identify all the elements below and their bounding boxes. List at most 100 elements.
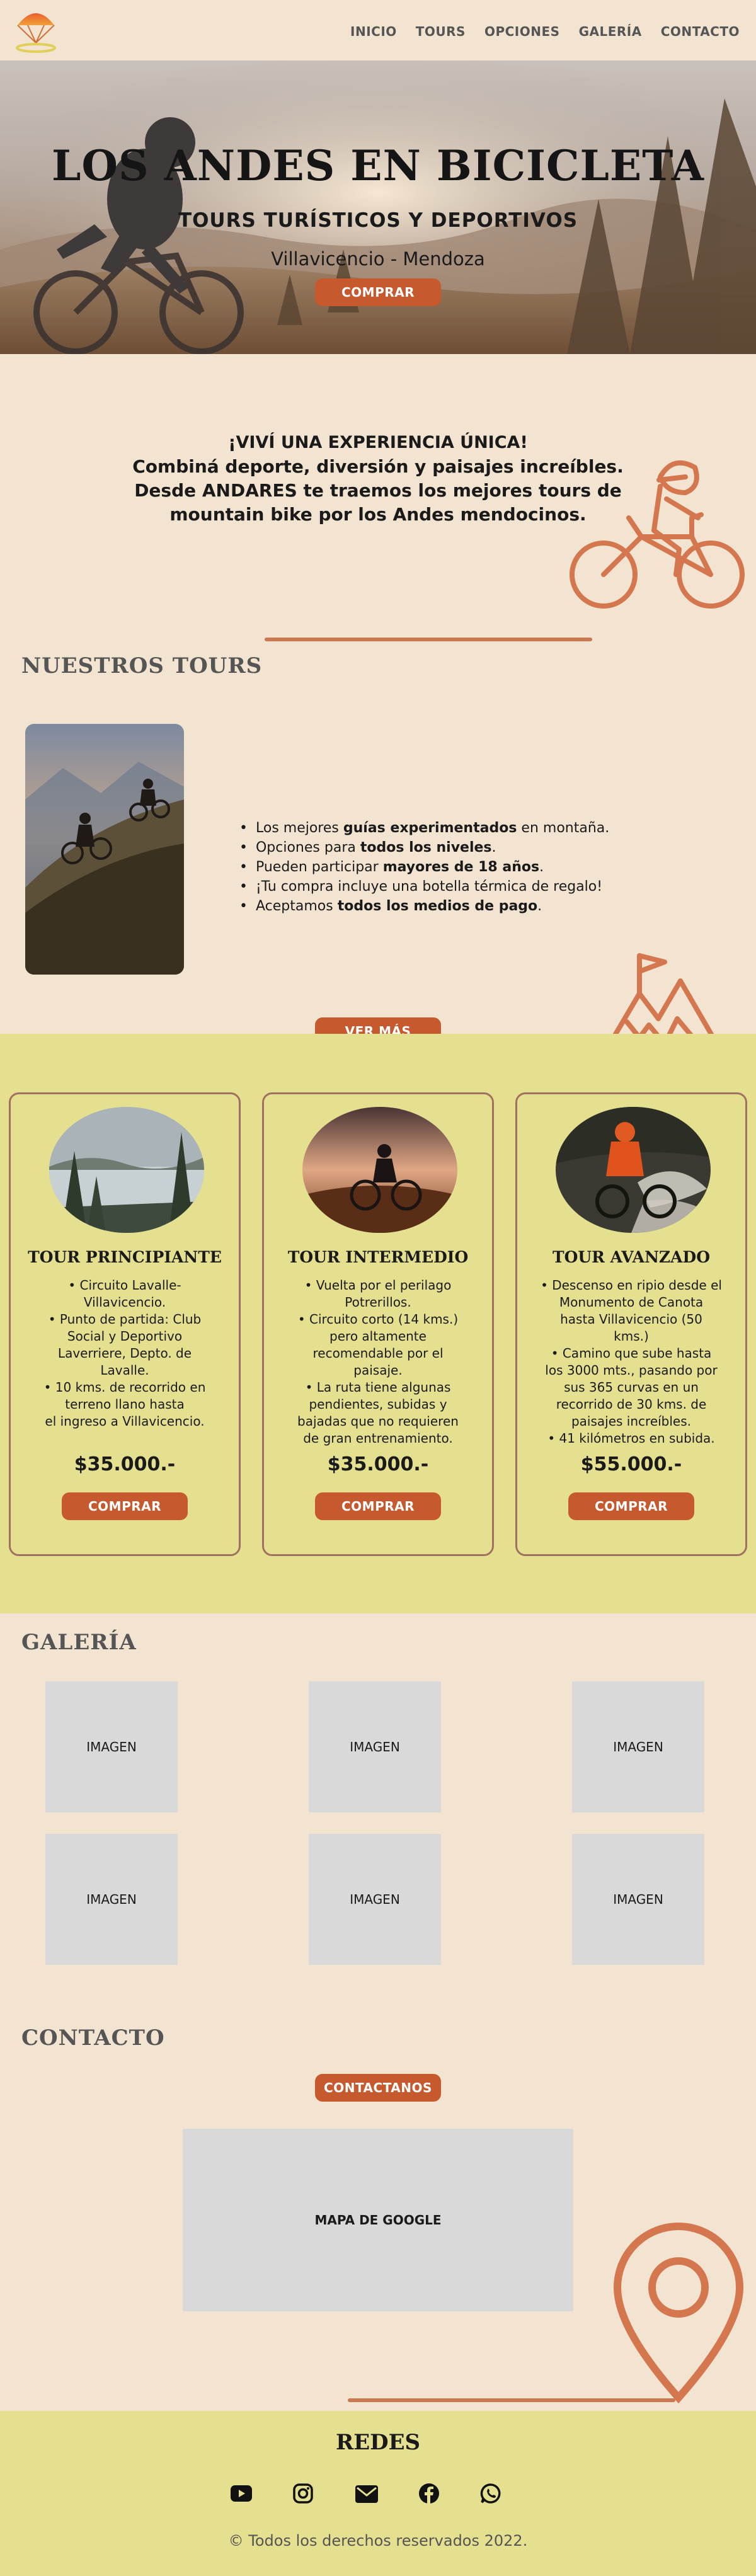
list-item: Aceptamos todos los medios de pago. bbox=[239, 896, 609, 916]
gallery-section: GALERÍA IMAGEN IMAGEN IMAGEN IMAGEN IMAG… bbox=[0, 1613, 756, 2004]
card-line: paisaje. bbox=[353, 1363, 403, 1378]
card-line: • La ruta tiene algunas bbox=[305, 1380, 451, 1395]
hero-background-image bbox=[0, 60, 756, 354]
card-line: kms.) bbox=[614, 1329, 649, 1344]
buy-button[interactable]: COMPRAR bbox=[568, 1492, 694, 1520]
facebook-icon[interactable] bbox=[418, 2483, 440, 2504]
card-line: los 3000 mts., pasando por bbox=[545, 1363, 718, 1378]
social-title: REDES bbox=[335, 2430, 421, 2455]
hero-title: LOS ANDES EN BICICLETA bbox=[52, 141, 704, 190]
menu-item-galeria[interactable]: GALERÍA bbox=[579, 24, 642, 39]
card-line: • Vuelta por el perilago bbox=[304, 1278, 452, 1293]
gallery-image-placeholder[interactable]: IMAGEN bbox=[572, 1681, 704, 1812]
instagram-icon[interactable] bbox=[292, 2483, 314, 2504]
tour-card-advanced: TOUR AVANZADO • Descenso en ripio desde … bbox=[515, 1092, 747, 1556]
card-price: $35.000.- bbox=[327, 1453, 429, 1475]
card-line: el ingreso a Villavicencio. bbox=[45, 1414, 205, 1429]
tour-card-beginner: TOUR PRINCIPIANTE • Circuito Lavalle- Vi… bbox=[9, 1092, 241, 1556]
list-item: ¡Tu compra incluye una botella térmica d… bbox=[239, 877, 609, 896]
card-price: $35.000.- bbox=[74, 1453, 176, 1475]
email-icon[interactable] bbox=[355, 2485, 378, 2503]
contact-section: CONTACTO CONTACTANOS MAPA DE GOOGLE bbox=[0, 2004, 756, 2411]
mud-splash-rider-image bbox=[556, 1107, 711, 1233]
gallery-image-placeholder[interactable]: IMAGEN bbox=[45, 1681, 178, 1812]
card-line: pero altamente bbox=[329, 1329, 427, 1344]
section-divider bbox=[265, 638, 592, 641]
tour-cards-section: TOUR PRINCIPIANTE • Circuito Lavalle- Vi… bbox=[0, 1034, 756, 1613]
card-line: pendientes, subidas y bbox=[309, 1397, 447, 1412]
tours-title: NUESTROS TOURS bbox=[21, 653, 263, 678]
tours-photo bbox=[25, 724, 184, 975]
card-title: TOUR INTERMEDIO bbox=[287, 1248, 469, 1266]
tour-card-intermediate: TOUR INTERMEDIO • Vuelta por el perilago… bbox=[262, 1092, 494, 1556]
gallery-image-placeholder[interactable]: IMAGEN bbox=[309, 1834, 441, 1965]
card-line: Lavalle. bbox=[100, 1363, 149, 1378]
buy-button[interactable]: COMPRAR bbox=[62, 1492, 188, 1520]
list-item: Pueden participar mayores de 18 años. bbox=[239, 857, 609, 877]
card-line: Potrerillos. bbox=[345, 1295, 411, 1310]
google-map-placeholder[interactable]: MAPA DE GOOGLE bbox=[183, 2129, 573, 2311]
cyclist-icon bbox=[570, 460, 745, 609]
list-item: Opciones para todos los niveles. bbox=[239, 838, 609, 857]
main-menu: INICIO TOURS OPCIONES GALERÍA CONTACTO bbox=[350, 24, 740, 39]
intro-text: ¡VIVÍ UNA EXPERIENCIA ÚNICA! Combiná dep… bbox=[126, 431, 630, 527]
card-line: hasta Villavicencio (50 bbox=[560, 1312, 702, 1327]
contact-title: CONTACTO bbox=[21, 2025, 165, 2051]
hero-location: Villavicencio - Mendoza bbox=[271, 248, 485, 270]
card-description: • Descenso en ripio desde el Monumento d… bbox=[530, 1277, 733, 1447]
tour-features-list: Los mejores guías experimentados en mont… bbox=[239, 818, 609, 916]
card-line: • Descenso en ripio desde el bbox=[541, 1278, 722, 1293]
list-item: Los mejores guías experimentados en mont… bbox=[239, 818, 609, 838]
card-line: de gran entrenamiento. bbox=[303, 1431, 453, 1446]
hero-buy-button[interactable]: COMPRAR bbox=[315, 278, 441, 306]
card-line: • Punto de partida: Club bbox=[48, 1312, 202, 1327]
buy-button[interactable]: COMPRAR bbox=[315, 1492, 441, 1520]
card-line: • 41 kilómetros en subida. bbox=[547, 1431, 715, 1446]
contact-us-button[interactable]: CONTACTANOS bbox=[315, 2074, 441, 2102]
intro-line: Desde ANDARES te traemos los mejores tou… bbox=[134, 480, 622, 501]
youtube-icon[interactable] bbox=[231, 2485, 252, 2502]
card-line: bajadas que no requieren bbox=[297, 1414, 459, 1429]
gallery-title: GALERÍA bbox=[21, 1630, 137, 1655]
card-line: recorrido de 30 kms. de bbox=[556, 1397, 707, 1412]
mountain-bikers-image bbox=[25, 724, 184, 975]
card-line: Social y Deportivo bbox=[67, 1329, 183, 1344]
intro-line: Combiná deporte, diversión y paisajes in… bbox=[132, 456, 624, 477]
lake-forest-image bbox=[49, 1107, 204, 1233]
copyright-text: © Todos los derechos reservados 2022. bbox=[228, 2532, 528, 2550]
menu-item-inicio[interactable]: INICIO bbox=[350, 24, 397, 39]
gallery-image-placeholder[interactable]: IMAGEN bbox=[45, 1834, 178, 1965]
card-line: Villavicencio. bbox=[83, 1295, 166, 1310]
gallery-image-placeholder[interactable]: IMAGEN bbox=[572, 1834, 704, 1965]
card-line: Monumento de Canota bbox=[559, 1295, 704, 1310]
card-title: TOUR AVANZADO bbox=[552, 1248, 711, 1266]
menu-item-contacto[interactable]: CONTACTO bbox=[661, 24, 740, 39]
intro-headline: ¡VIVÍ UNA EXPERIENCIA ÚNICA! bbox=[228, 433, 528, 452]
gallery-image-placeholder[interactable]: IMAGEN bbox=[309, 1681, 441, 1812]
card-description: • Circuito Lavalle- Villavicencio. • Pun… bbox=[23, 1277, 226, 1430]
card-price: $55.000.- bbox=[580, 1453, 682, 1475]
card-line: recomendable por el bbox=[312, 1346, 444, 1361]
footer: REDES © Todos los derechos reservados 20… bbox=[0, 2411, 756, 2576]
card-line: • 10 kms. de recorrido en bbox=[43, 1380, 206, 1395]
whatsapp-icon[interactable] bbox=[480, 2483, 501, 2504]
parachute-logo[interactable] bbox=[14, 6, 58, 54]
card-description: • Vuelta por el perilago Potrerillos. • … bbox=[277, 1277, 479, 1447]
intro-section: ¡VIVÍ UNA EXPERIENCIA ÚNICA! Combiná dep… bbox=[0, 354, 756, 653]
section-divider bbox=[348, 2398, 675, 2402]
card-line: sus 365 curvas en un bbox=[564, 1380, 699, 1395]
menu-item-tours[interactable]: TOURS bbox=[416, 24, 466, 39]
card-line: terreno llano hasta bbox=[65, 1397, 185, 1412]
card-line: Laverriere, Depto. de bbox=[57, 1346, 192, 1361]
hero-banner: LOS ANDES EN BICICLETA TOURS TURÍSTICOS … bbox=[0, 60, 756, 354]
menu-item-opciones[interactable]: OPCIONES bbox=[484, 24, 560, 39]
sunset-rider-image bbox=[302, 1107, 457, 1233]
hero-subtitle: TOURS TURÍSTICOS Y DEPORTIVOS bbox=[178, 209, 578, 232]
card-line: • Circuito Lavalle- bbox=[68, 1278, 181, 1293]
card-line: • Circuito corto (14 kms.) bbox=[297, 1312, 459, 1327]
card-line: • Camino que sube hasta bbox=[551, 1346, 712, 1361]
intro-line: mountain bike por los Andes mendocinos. bbox=[169, 504, 587, 525]
card-title: TOUR PRINCIPIANTE bbox=[28, 1248, 222, 1266]
card-line: paisajes increíbles. bbox=[571, 1414, 692, 1429]
location-pin-icon bbox=[613, 2223, 744, 2404]
